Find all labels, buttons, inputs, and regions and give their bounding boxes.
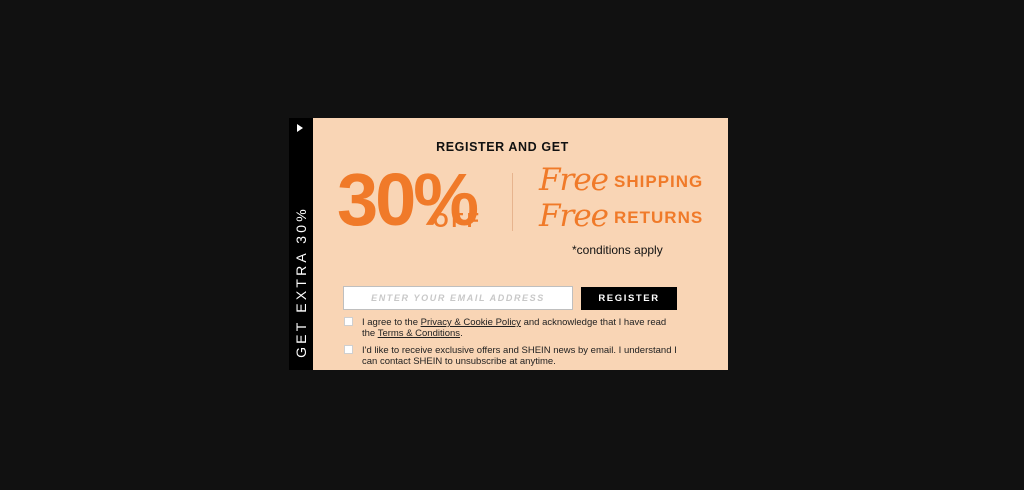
terms-conditions-link[interactable]: Terms & Conditions [378,328,460,339]
perk-free-label: Free [539,162,609,198]
consent-terms-pre: I agree to the [362,317,421,328]
offer-headline: REGISTER AND GET [436,140,569,154]
get-extra-side-tab[interactable]: GET EXTRA 30% [289,118,313,370]
email-input[interactable] [343,286,573,310]
offer-panel: REGISTER AND GET 30% OFF Free SHIPPING Fr… [313,118,728,370]
terms-checkbox[interactable] [344,317,353,326]
perk-free-shipping: Free SHIPPING [539,162,703,198]
perk-free-label: Free [539,198,609,234]
register-button[interactable]: REGISTER [581,287,677,310]
discount-suffix: OFF [433,210,482,232]
privacy-policy-link[interactable]: Privacy & Cookie Policy [421,317,521,328]
consent-marketing-text: I'd like to receive exclusive offers and… [362,345,677,367]
perk-shipping-label: SHIPPING [614,172,704,191]
conditions-note: *conditions apply [572,243,663,257]
perk-returns-label: RETURNS [614,208,704,227]
marketing-checkbox[interactable] [344,345,353,354]
promo-popup: GET EXTRA 30% REGISTER AND GET 30% OFF F… [289,118,728,370]
consent-terms-text: I agree to the Privacy & Cookie Policy a… [362,317,682,339]
consent-terms-post: . [460,328,463,339]
perk-free-returns: Free RETURNS [539,198,703,234]
offer-divider [512,173,513,231]
side-tab-label: GET EXTRA 30% [293,206,309,358]
expand-arrow-icon[interactable] [297,124,303,132]
